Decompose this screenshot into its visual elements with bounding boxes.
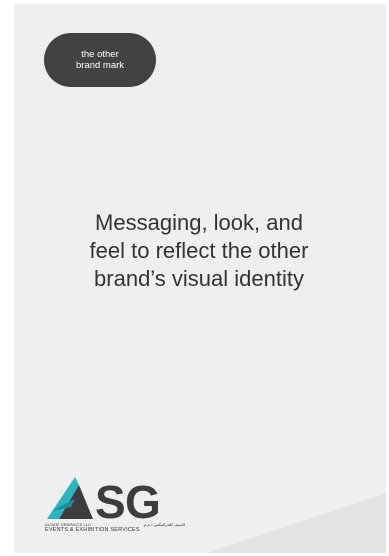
brand-mark-line-2: brand mark xyxy=(75,60,125,71)
headline-line-1: Messaging, look, and xyxy=(95,210,303,235)
logo-text: ALSAIF GRAPHICS LLC السيف للجرافيكس ذ.م.… xyxy=(45,522,185,534)
company-logo: S G xyxy=(45,471,185,546)
page-headline: Messaging, look, and feel to reflect the… xyxy=(34,209,364,293)
svg-text:G: G xyxy=(125,476,161,523)
brand-mark-line-1: the other xyxy=(81,49,119,60)
svg-text:S: S xyxy=(95,476,126,523)
headline-line-3: brand’s visual identity xyxy=(94,266,304,291)
corner-decoration xyxy=(206,493,386,553)
brand-mark-badge: the other brand mark xyxy=(44,33,156,87)
company-name-arabic: السيف للجرافيكس ذ.م.م xyxy=(143,522,185,527)
document-page: the other brand mark Messaging, look, an… xyxy=(14,4,386,553)
asg-logo-mark: S G xyxy=(47,476,161,523)
headline-line-2: feel to reflect the other xyxy=(89,238,309,263)
company-services: EVENTS & EXHIBITION SERVICES xyxy=(45,527,140,533)
